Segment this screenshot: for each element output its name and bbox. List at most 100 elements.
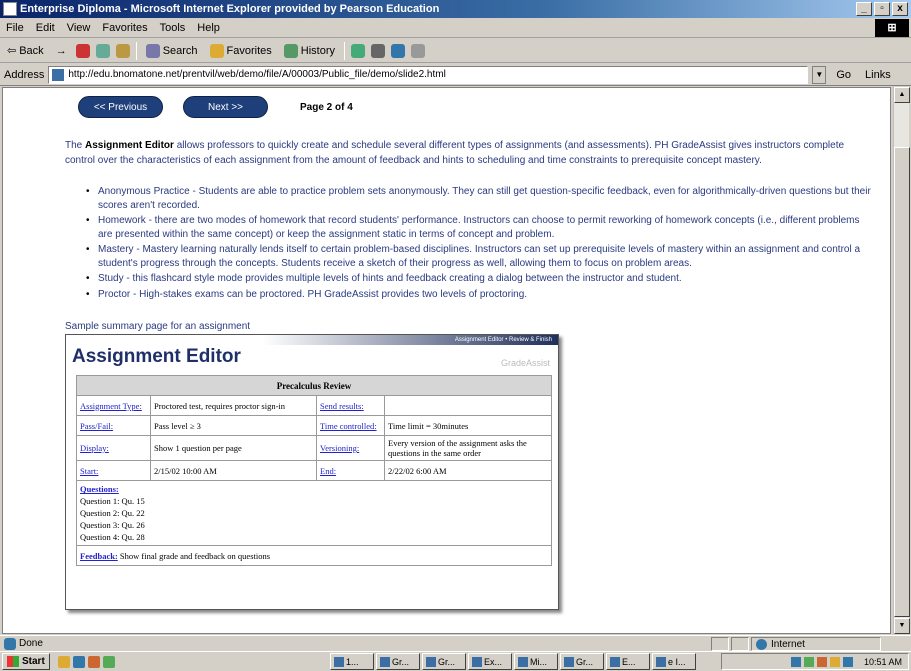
menu-help[interactable]: Help <box>197 22 220 34</box>
forward-button[interactable]: → <box>53 44 70 58</box>
links-button[interactable]: Links <box>865 69 891 81</box>
history-icon <box>283 43 298 58</box>
discuss-icon[interactable] <box>411 43 426 58</box>
menu-file[interactable]: File <box>6 22 24 34</box>
table-row: Feedback: Show final grade and feedback … <box>76 545 552 566</box>
favorites-icon <box>209 43 224 58</box>
menu-tools[interactable]: Tools <box>160 22 186 34</box>
sample-caption: Sample summary page for an assignment <box>65 321 251 332</box>
web-content: << Previous Next >> Page 2 of 4 The Assi… <box>2 87 891 634</box>
assignment-types-list: Anonymous Practice - Students are able t… <box>86 185 873 303</box>
app-icon[interactable] <box>102 655 115 668</box>
task-icon <box>472 656 482 667</box>
versioning-link[interactable]: Versioning: <box>320 443 359 453</box>
list-item: Homework - there are two modes of homewo… <box>86 214 873 241</box>
next-button[interactable]: Next >> <box>183 96 268 118</box>
menu-edit[interactable]: Edit <box>36 22 55 34</box>
question-item: Question 2: Qu. 22 <box>80 508 145 518</box>
pass-fail-link[interactable]: Pass/Fail: <box>80 421 113 431</box>
minimize-button[interactable]: _ <box>856 2 872 16</box>
time-controlled-link[interactable]: Time controlled: <box>320 421 377 431</box>
back-button[interactable]: ⇦ Back <box>4 43 47 58</box>
mail-icon[interactable] <box>351 43 366 58</box>
scroll-up-icon[interactable]: ▲ <box>894 87 910 103</box>
table-cell: 2/22/02 6:00 AM <box>384 460 552 481</box>
questions-link[interactable]: Questions: <box>80 484 119 494</box>
table-cell: Every version of the assignment asks the… <box>384 435 552 461</box>
clock[interactable]: 10:51 AM <box>864 657 902 667</box>
address-label: Address <box>4 68 45 81</box>
menu-view[interactable]: View <box>67 22 91 34</box>
refresh-icon[interactable] <box>95 43 110 58</box>
panel-header-links: Assignment Editor • Review & Finish <box>66 335 558 345</box>
intro-paragraph: The Assignment Editor allows professors … <box>65 140 845 166</box>
assignment-editor-term: Assignment Editor <box>85 140 174 151</box>
address-dropdown-icon[interactable]: ▼ <box>812 65 827 84</box>
task-button[interactable]: 1... <box>330 653 374 670</box>
question-item: Question 4: Qu. 28 <box>80 532 145 542</box>
tray-icon[interactable] <box>803 656 814 667</box>
start-button[interactable]: Start <box>2 653 50 670</box>
display-link[interactable]: Display: <box>80 443 109 453</box>
window-controls: _ ▫ x <box>856 2 908 16</box>
task-button[interactable]: e I... <box>652 653 696 670</box>
status-text: Done <box>0 637 43 650</box>
task-button[interactable]: Gr... <box>560 653 604 670</box>
stop-icon[interactable] <box>75 43 90 58</box>
task-button[interactable]: Gr... <box>376 653 420 670</box>
end-link[interactable]: End: <box>320 466 336 476</box>
address-input[interactable]: http://edu.bnomatone.net/prentvil/web/de… <box>48 65 809 84</box>
brand-logo: GradeAssist <box>500 358 550 368</box>
globe-icon <box>756 638 767 650</box>
scroll-thumb[interactable] <box>894 147 910 617</box>
panel-title: Assignment Editor GradeAssist <box>66 345 558 369</box>
home-icon[interactable] <box>115 43 130 58</box>
close-button[interactable]: x <box>892 2 908 16</box>
scroll-down-icon[interactable]: ▼ <box>894 618 910 634</box>
table-cell <box>384 395 552 416</box>
search-button[interactable]: Search <box>143 43 201 59</box>
task-button[interactable]: Gr... <box>422 653 466 670</box>
status-cell <box>711 637 729 651</box>
task-button[interactable]: Ex... <box>468 653 512 670</box>
task-button[interactable]: Mi... <box>514 653 558 670</box>
send-results-link[interactable]: Send results: <box>320 401 364 411</box>
task-icon <box>610 656 620 667</box>
security-zone: Internet <box>751 637 881 651</box>
list-item: Proctor - High-stakes exams can be proct… <box>86 288 873 302</box>
table-row: Start: 2/15/02 10:00 AM End: 2/22/02 6:0… <box>76 460 552 481</box>
desktop-icon[interactable] <box>57 655 70 668</box>
go-button[interactable]: Go <box>836 69 851 81</box>
table-cell: Time limit = 30minutes <box>384 415 552 436</box>
feedback-cell: Feedback: Show final grade and feedback … <box>76 545 552 566</box>
vertical-scrollbar[interactable]: ▲ ▼ <box>893 87 910 634</box>
task-button[interactable]: E... <box>606 653 650 670</box>
print-icon[interactable] <box>371 43 386 58</box>
feedback-link[interactable]: Feedback: <box>80 551 118 561</box>
table-title: Precalculus Review <box>76 375 552 396</box>
assignment-type-link[interactable]: Assignment Type: <box>80 401 142 411</box>
table-cell: Proctored test, requires proctor sign-in <box>150 395 317 416</box>
media-icon[interactable] <box>87 655 100 668</box>
page-loaded-icon <box>4 637 16 650</box>
favorites-button[interactable]: Favorites <box>207 43 275 59</box>
status-bar: Done Internet <box>0 635 911 651</box>
volume-icon[interactable] <box>842 656 853 667</box>
assignment-summary-table: Precalculus Review Assignment Type: Proc… <box>76 375 552 566</box>
task-icon <box>334 656 344 667</box>
back-arrow-icon: ⇦ <box>7 45 17 57</box>
edit-icon[interactable] <box>391 43 406 58</box>
start-link[interactable]: Start: <box>80 466 98 476</box>
menu-favorites[interactable]: Favorites <box>102 22 147 34</box>
table-row: Questions: Question 1: Qu. 15 Question 2… <box>76 480 552 546</box>
maximize-button[interactable]: ▫ <box>874 2 890 16</box>
history-button[interactable]: History <box>281 43 338 59</box>
ie-quicklaunch-icon[interactable] <box>72 655 85 668</box>
tray-icon[interactable] <box>790 656 801 667</box>
address-bar: Address http://edu.bnomatone.net/prentvi… <box>0 64 911 86</box>
previous-button[interactable]: << Previous <box>78 96 163 118</box>
tray-icon[interactable] <box>829 656 840 667</box>
assignment-editor-screenshot: Assignment Editor • Review & Finish Assi… <box>65 334 559 610</box>
tray-icon[interactable] <box>816 656 827 667</box>
question-item: Question 3: Qu. 26 <box>80 520 145 530</box>
